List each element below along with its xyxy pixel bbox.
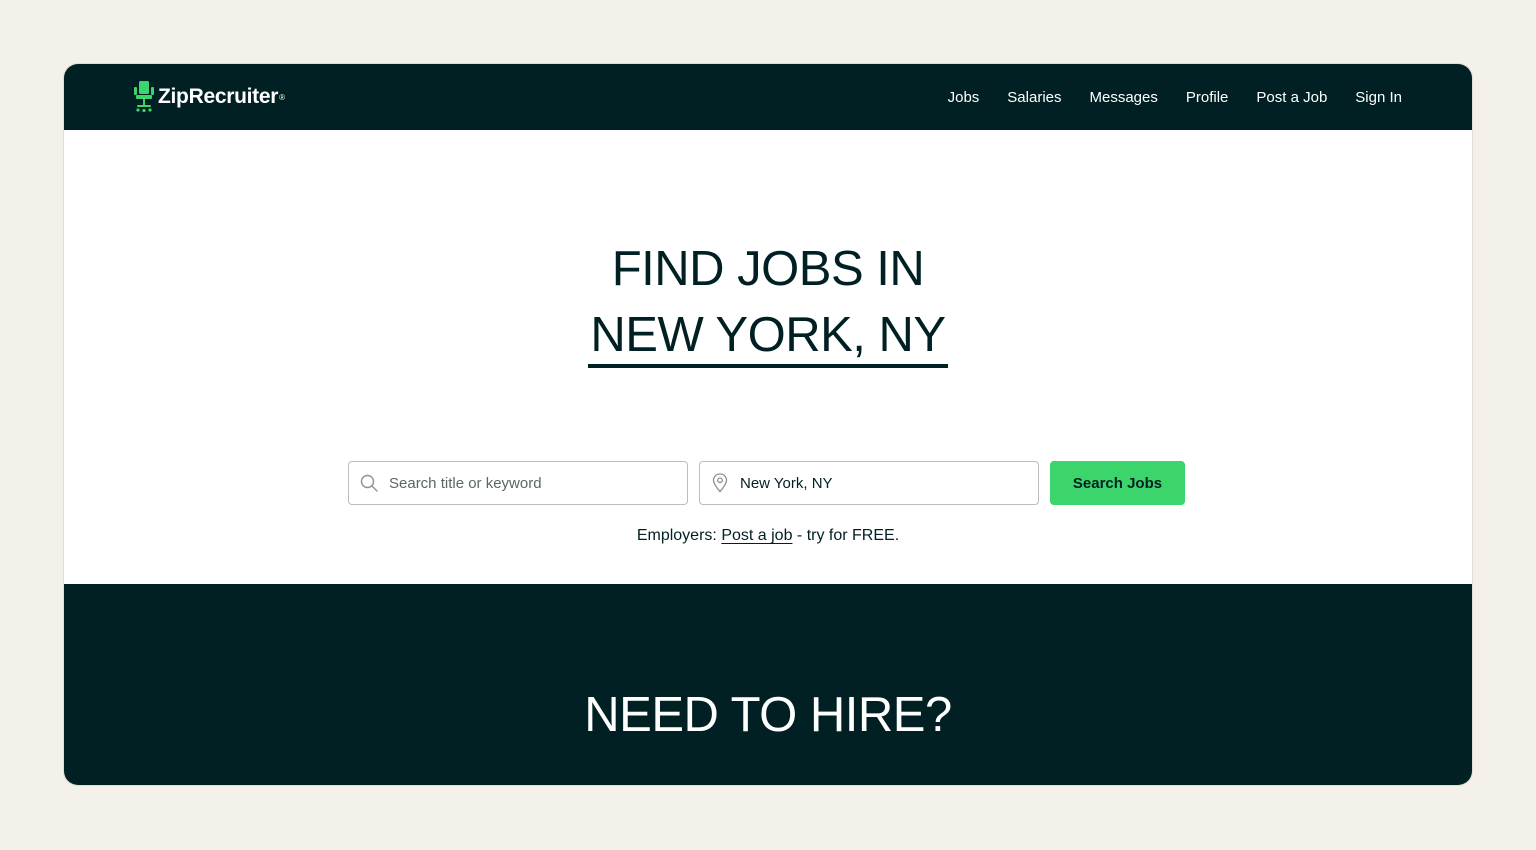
keyword-input[interactable] — [387, 473, 681, 493]
employers-prefix: Employers: — [636, 527, 717, 544]
chair-icon — [134, 81, 154, 113]
employers-suffix: - try for FREE. — [796, 527, 900, 544]
logo-text: ZipRecruiter — [158, 85, 279, 108]
nav-messages[interactable]: Messages — [1090, 89, 1158, 106]
keyword-field[interactable] — [348, 461, 688, 505]
nav-post-a-job[interactable]: Post a Job — [1256, 89, 1327, 106]
search-form: Search Jobs — [348, 461, 1185, 505]
browser-frame: ZipRecruiter ® Jobs Salaries Messages Pr… — [64, 64, 1472, 785]
hero-section: FIND JOBS IN NEW YORK, NY Search title o… — [64, 130, 1472, 584]
logo-registered-mark: ® — [279, 92, 285, 102]
need-to-hire-title: NEED TO HIRE? — [584, 688, 952, 742]
search-jobs-button[interactable]: Search Jobs — [1050, 461, 1185, 505]
ziprecruiter-logo[interactable]: ZipRecruiter ® — [134, 81, 285, 113]
top-navbar: ZipRecruiter ® Jobs Salaries Messages Pr… — [64, 64, 1472, 130]
nav-links: Jobs Salaries Messages Profile Post a Jo… — [948, 89, 1402, 106]
need-to-hire-section: NEED TO HIRE? — [64, 584, 1472, 785]
nav-jobs[interactable]: Jobs — [948, 89, 980, 106]
search-icon — [359, 473, 379, 493]
hero-title-location: NEW YORK, NY — [588, 306, 948, 368]
hero-title-line1: FIND JOBS IN — [611, 242, 925, 296]
location-pin-icon — [710, 473, 730, 493]
location-input[interactable] — [738, 473, 1032, 493]
nav-sign-in[interactable]: Sign In — [1355, 89, 1402, 106]
employers-cta: Employers: Post a job - try for FREE. — [64, 527, 1472, 545]
location-field[interactable] — [699, 461, 1039, 505]
nav-profile[interactable]: Profile — [1186, 89, 1229, 106]
hero-title: FIND JOBS IN NEW YORK, NY — [64, 236, 1472, 368]
post-a-job-link[interactable]: Post a job — [721, 527, 792, 544]
nav-salaries[interactable]: Salaries — [1007, 89, 1061, 106]
